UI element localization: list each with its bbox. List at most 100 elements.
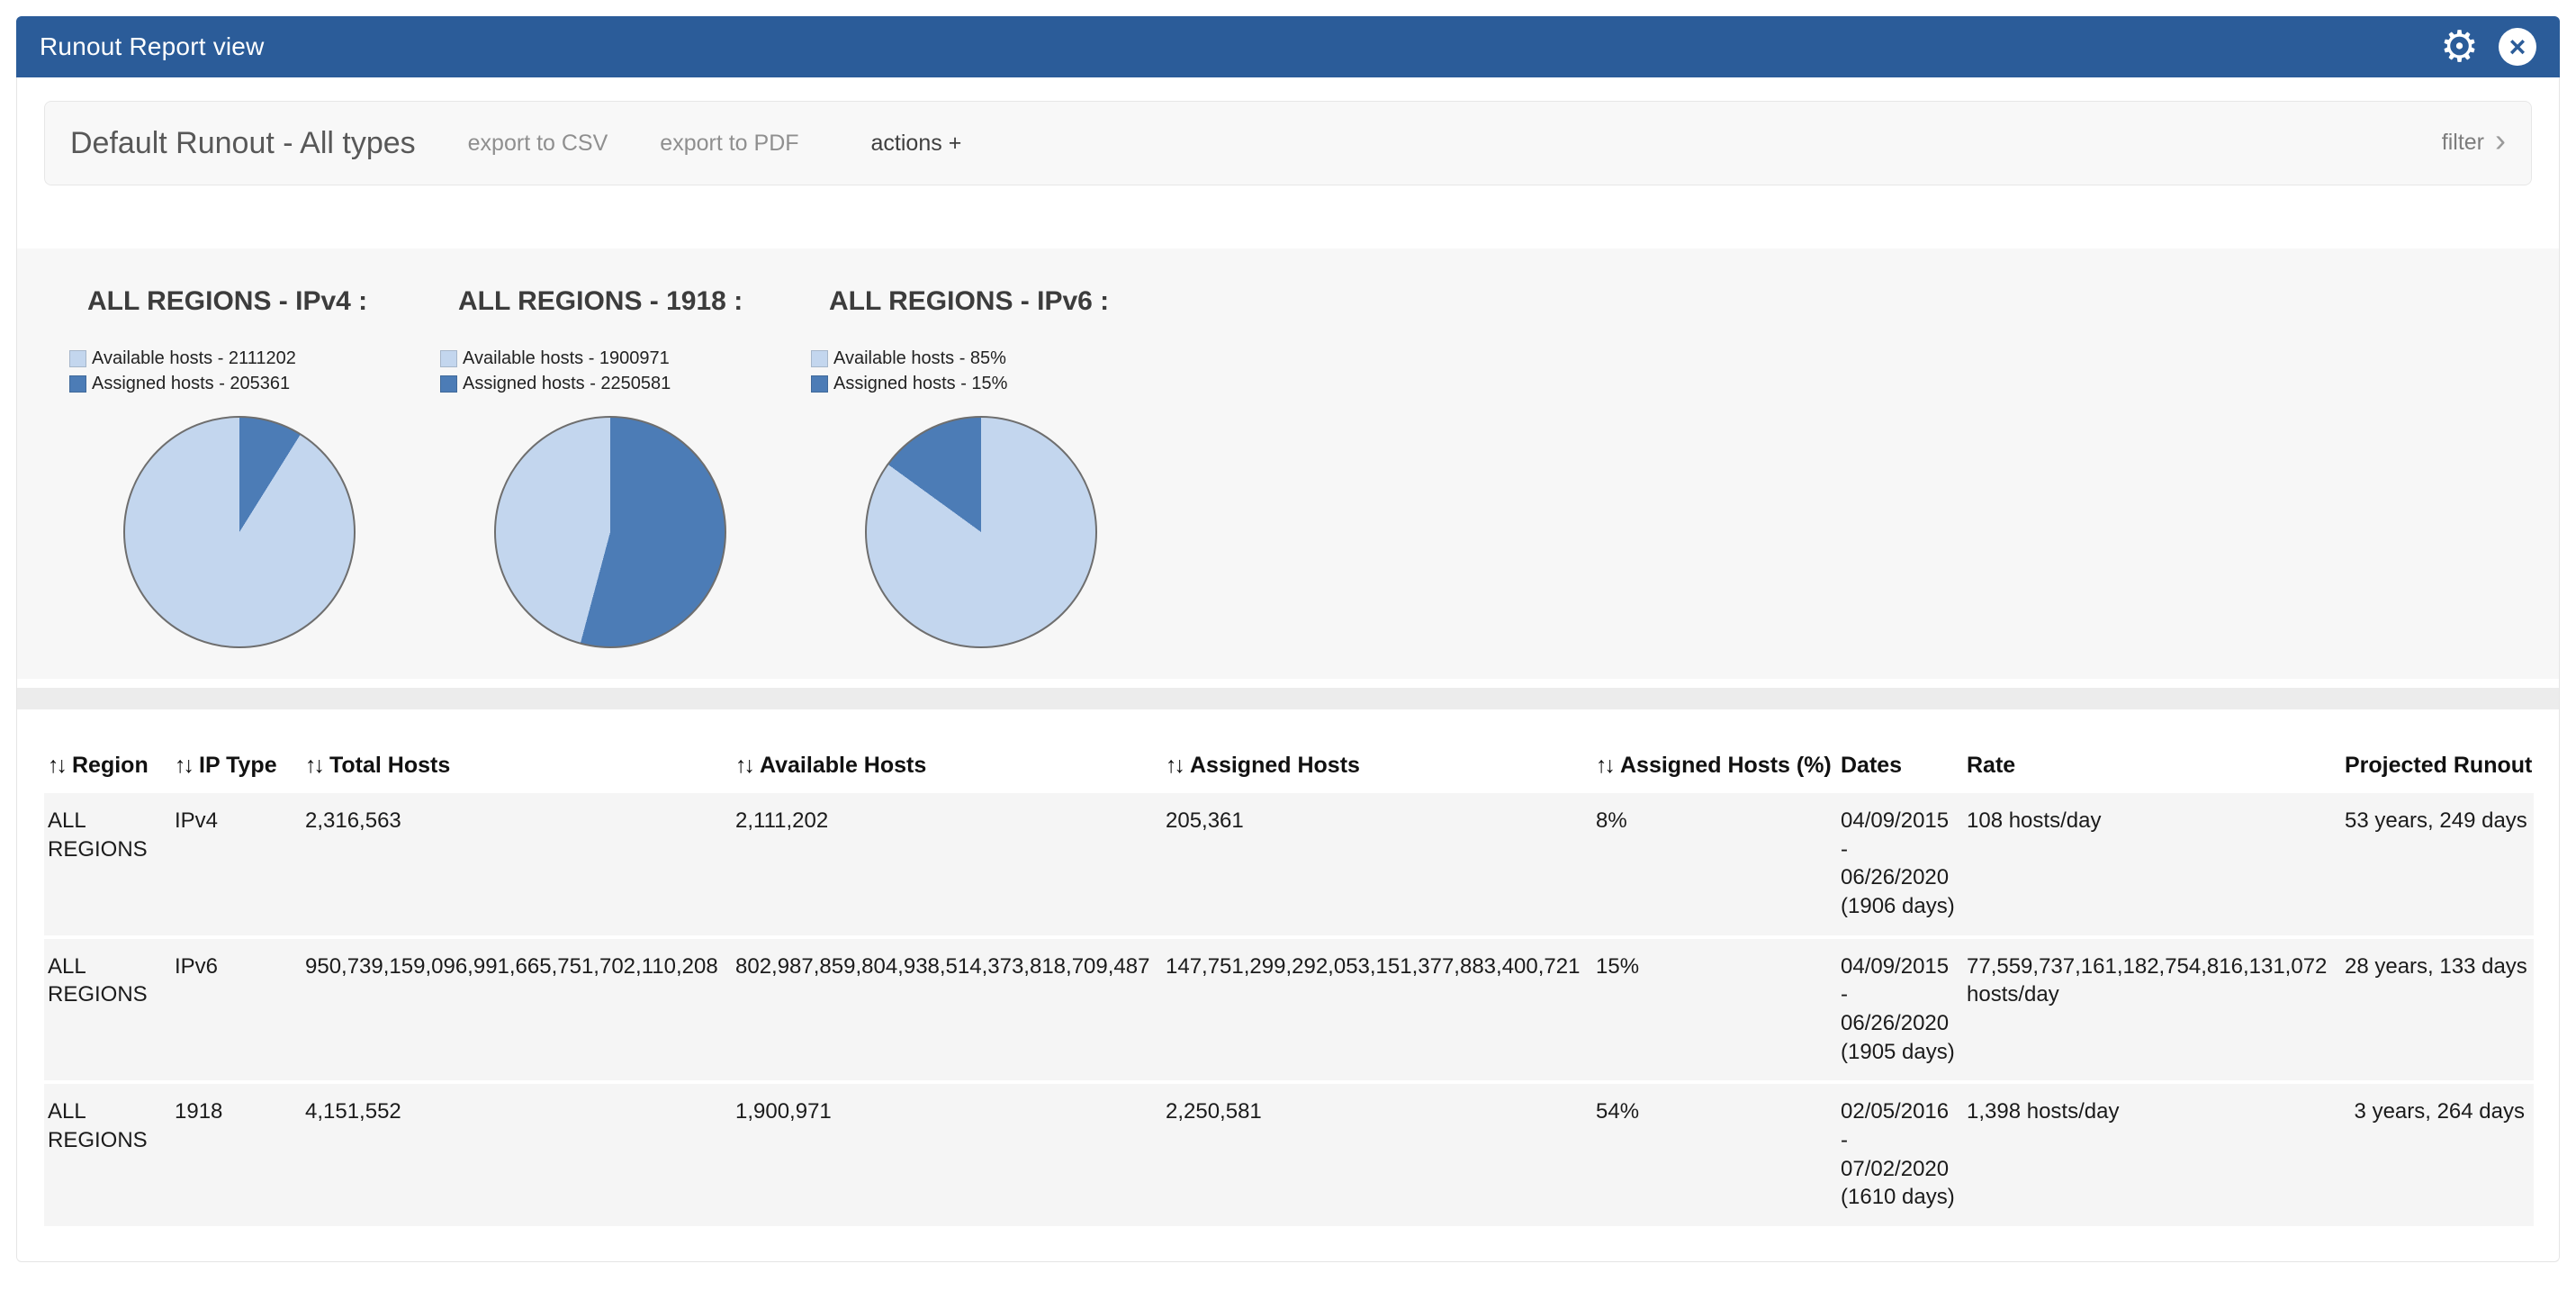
chart-title: ALL REGIONS - IPv6 :	[811, 286, 1182, 317]
table-cell: 205,361	[1166, 793, 1596, 937]
legend-swatch	[811, 375, 828, 393]
table-cell: 15%	[1596, 937, 1841, 1083]
pie-chart-group: ALL REGIONS - 1918 : Available hosts - 19…	[440, 286, 811, 648]
legend-label: Assigned hosts - 15%	[833, 371, 1007, 396]
table-cell: 2,250,581	[1166, 1082, 1596, 1228]
titlebar-icons: ⚙ ×	[2440, 25, 2536, 68]
legend-label: Available hosts - 85%	[833, 346, 1006, 371]
table-cell: 2,316,563	[305, 793, 735, 937]
table-cell: 02/05/2016 - 07/02/2020 (1610 days)	[1841, 1082, 1967, 1228]
horizontal-scrollbar[interactable]	[17, 688, 2559, 709]
legend-swatch	[69, 375, 86, 393]
sort-icon[interactable]: ↑↓	[305, 753, 322, 778]
table-row: ALL REGIONS19184,151,5521,900,9712,250,5…	[44, 1082, 2534, 1228]
legend-label: Assigned hosts - 2250581	[463, 371, 671, 396]
window-body: Default Runout - All types export to CSV…	[16, 77, 2560, 1262]
settings-gear-icon[interactable]: ⚙	[2440, 25, 2479, 68]
column-header-projected-runout: Projected Runout	[2345, 740, 2534, 793]
column-label: Assigned Hosts	[1190, 753, 1360, 778]
close-icon[interactable]: ×	[2499, 28, 2536, 66]
runout-table: ↑↓ Region ↑↓ IP Type ↑↓ Total Hosts ↑↓ Availabl…	[44, 740, 2534, 1230]
actions-menu-button[interactable]: actions +	[871, 131, 962, 157]
runout-report-window: Runout Report view ⚙ × Default Runout - …	[16, 16, 2560, 1262]
column-label: Dates	[1841, 753, 1902, 778]
export-pdf-link[interactable]: export to PDF	[660, 131, 798, 157]
table-cell: ALL REGIONS	[44, 1082, 175, 1228]
table-cell: 4,151,552	[305, 1082, 735, 1228]
column-label: Projected Runout	[2345, 753, 2532, 778]
sort-icon[interactable]: ↑↓	[1596, 753, 1613, 778]
legend-label: Available hosts - 2111202	[92, 346, 296, 371]
chart-legend: Available hosts - 1900971Assigned hosts …	[440, 346, 811, 396]
table-cell: 8%	[1596, 793, 1841, 937]
sort-icon[interactable]: ↑↓	[175, 753, 192, 778]
chart-legend: Available hosts - 2111202Assigned hosts …	[69, 346, 440, 396]
table-cell: ALL REGIONS	[44, 793, 175, 937]
window-title: Runout Report view	[40, 32, 265, 61]
column-header-rate: Rate	[1967, 740, 2345, 793]
table-cell: 802,987,859,804,938,514,373,818,709,487	[735, 937, 1166, 1083]
table-cell: 950,739,159,096,991,665,751,702,110,208	[305, 937, 735, 1083]
legend-swatch	[440, 350, 457, 367]
table-cell: 1,398 hosts/day	[1967, 1082, 2345, 1228]
column-header-available-hosts[interactable]: ↑↓ Available Hosts	[735, 740, 1166, 793]
legend-item: Available hosts - 85%	[811, 346, 1182, 371]
table-cell: 54%	[1596, 1082, 1841, 1228]
column-header-assigned-hosts[interactable]: ↑↓ Assigned Hosts	[1166, 740, 1596, 793]
table-cell: 1918	[175, 1082, 305, 1228]
chart-title: ALL REGIONS - 1918 :	[440, 286, 811, 317]
legend-item: Available hosts - 1900971	[440, 346, 811, 371]
table-cell: 108 hosts/day	[1967, 793, 2345, 937]
report-title: Default Runout - All types	[70, 126, 416, 161]
chart-title: ALL REGIONS - IPv4 :	[69, 286, 440, 317]
table-cell: 04/09/2015 - 06/26/2020 (1906 days)	[1841, 793, 1967, 937]
table-cell: ALL REGIONS	[44, 937, 175, 1083]
table-cell: IPv4	[175, 793, 305, 937]
table-cell: 2,111,202	[735, 793, 1166, 937]
sort-icon[interactable]: ↑↓	[735, 753, 752, 778]
export-csv-link[interactable]: export to CSV	[468, 131, 608, 157]
legend-swatch	[811, 350, 828, 367]
filter-label: filter	[2442, 130, 2484, 156]
column-header-total-hosts[interactable]: ↑↓ Total Hosts	[305, 740, 735, 793]
sort-icon[interactable]: ↑↓	[1166, 753, 1183, 778]
column-header-ip-type[interactable]: ↑↓ IP Type	[175, 740, 305, 793]
column-label: Total Hosts	[329, 753, 450, 778]
column-header-region[interactable]: ↑↓ Region	[44, 740, 175, 793]
filter-toggle[interactable]: filter ›	[2442, 128, 2506, 159]
pie-chart-group: ALL REGIONS - IPv4 : Available hosts - 21…	[69, 286, 440, 648]
table-cell: 28 years, 133 days	[2345, 937, 2534, 1083]
legend-label: Available hosts - 1900971	[463, 346, 670, 371]
window-titlebar: Runout Report view ⚙ ×	[16, 16, 2560, 77]
table-cell: 77,559,737,161,182,754,816,131,072 hosts…	[1967, 937, 2345, 1083]
table-row: ALL REGIONSIPv6950,739,159,096,991,665,7…	[44, 937, 2534, 1083]
pie-chart	[494, 416, 726, 648]
legend-item: Assigned hosts - 205361	[69, 371, 440, 396]
sort-icon[interactable]: ↑↓	[48, 753, 65, 778]
table-cell: 147,751,299,292,053,151,377,883,400,721	[1166, 937, 1596, 1083]
pie-chart	[123, 416, 356, 648]
legend-item: Assigned hosts - 15%	[811, 371, 1182, 396]
legend-swatch	[440, 375, 457, 393]
report-toolbar: Default Runout - All types export to CSV…	[44, 101, 2532, 185]
column-label: IP Type	[199, 753, 277, 778]
table-cell: 1,900,971	[735, 1082, 1166, 1228]
pie-chart-group: ALL REGIONS - IPv6 : Available hosts - 85…	[811, 286, 1182, 648]
chevron-right-icon: ›	[2495, 128, 2506, 159]
column-label: Region	[72, 753, 149, 778]
table-cell: IPv6	[175, 937, 305, 1083]
column-header-dates: Dates	[1841, 740, 1967, 793]
table-cell: 53 years, 249 days	[2345, 793, 2534, 937]
chart-legend: Available hosts - 85%Assigned hosts - 15…	[811, 346, 1182, 396]
column-label: Rate	[1967, 753, 2015, 778]
table-row: ALL REGIONSIPv42,316,5632,111,202205,361…	[44, 793, 2534, 937]
legend-item: Assigned hosts - 2250581	[440, 371, 811, 396]
column-header-assigned-hosts[interactable]: ↑↓Assigned Hosts (%)	[1596, 740, 1841, 793]
table-cell: 04/09/2015 - 06/26/2020 (1905 days)	[1841, 937, 1967, 1083]
pie-chart	[865, 416, 1097, 648]
charts-panel: ALL REGIONS - IPv4 : Available hosts - 21…	[17, 248, 2559, 679]
column-label: Available Hosts	[760, 753, 926, 778]
table-cell: 3 years, 264 days	[2345, 1082, 2534, 1228]
legend-swatch	[69, 350, 86, 367]
legend-item: Available hosts - 2111202	[69, 346, 440, 371]
